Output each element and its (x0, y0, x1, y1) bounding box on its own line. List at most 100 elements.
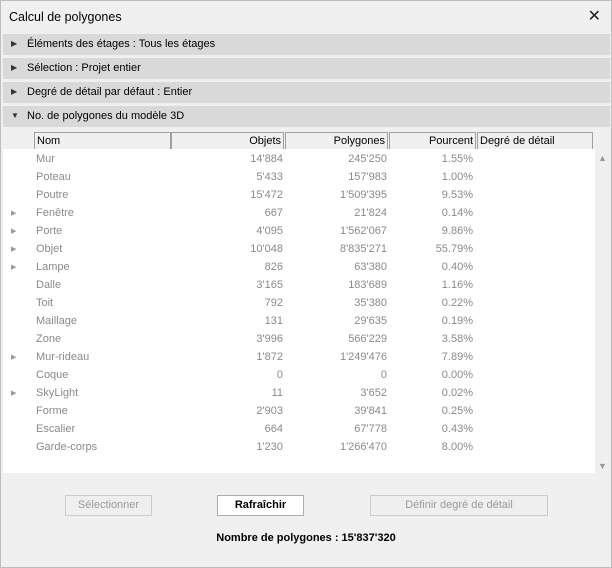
cell-pourcent: 8.00% (441, 441, 473, 453)
expand-arrow-icon[interactable]: ▶ (11, 353, 16, 361)
table-row[interactable]: Zone 3'996 566'229 3.58% (3, 330, 595, 348)
column-header-pourcent[interactable]: Pourcent (389, 132, 476, 149)
chevron-right-icon: ▶ (11, 63, 18, 72)
cell-nom: Escalier (36, 423, 76, 435)
cell-polygones: 1'266'470 (339, 441, 387, 453)
table-row[interactable]: Poutre 15'472 1'509'395 9.53% (3, 186, 595, 204)
section-label: Éléments des étages : Tous les étages (27, 38, 216, 50)
table-row[interactable]: Forme 2'903 39'841 0.25% (3, 402, 595, 420)
polygon-total: Nombre de polygones : 15'837'320 (216, 532, 396, 544)
chevron-right-icon: ▶ (11, 87, 18, 96)
select-button[interactable]: Sélectionner (65, 495, 152, 516)
cell-objets: 10'048 (250, 243, 283, 255)
section-label: Degré de détail par défaut : Entier (27, 86, 193, 98)
table-row[interactable]: Poteau 5'433 157'983 1.00% (3, 168, 595, 186)
cell-polygones: 157'983 (348, 171, 387, 183)
cell-nom: Objet (36, 243, 63, 255)
table-row[interactable]: Garde-corps 1'230 1'266'470 8.00% (3, 438, 595, 456)
set-detail-button[interactable]: Définir degré de détail (370, 495, 548, 516)
cell-polygones: 39'841 (354, 405, 387, 417)
section-label: Sélection : Projet entier (27, 62, 141, 74)
polygon-list[interactable]: Mur 14'884 245'250 1.55% Poteau 5'433 157… (3, 149, 595, 473)
cell-pourcent: 7.89% (441, 351, 473, 363)
cell-nom: Toit (36, 297, 54, 309)
column-header-nom[interactable]: Nom (34, 132, 171, 149)
table-row[interactable]: ▶ SkyLight 11 3'652 0.02% (3, 384, 595, 402)
table-row[interactable]: Dalle 3'165 183'689 1.16% (3, 276, 595, 294)
cell-objets: 4'095 (256, 225, 283, 237)
expand-arrow-icon[interactable]: ▶ (11, 389, 16, 397)
table-row[interactable]: ▶ Mur-rideau 1'872 1'249'476 7.89% (3, 348, 595, 366)
cell-pourcent: 3.58% (441, 333, 473, 345)
cell-nom: Maillage (36, 315, 77, 327)
cell-pourcent: 1.55% (441, 153, 473, 165)
column-header-degre[interactable]: Degré de détail (477, 132, 593, 149)
table-row[interactable]: ▶ Objet 10'048 8'835'271 55.79% (3, 240, 595, 258)
cell-nom: Dalle (36, 279, 62, 291)
window-title: Calcul de polygones (9, 10, 122, 24)
cell-objets: 0 (276, 369, 283, 381)
cell-objets: 5'433 (256, 171, 283, 183)
cell-objets: 826 (264, 261, 283, 273)
table-row[interactable]: ▶ Fenêtre 667 21'824 0.14% (3, 204, 595, 222)
cell-objets: 1'872 (256, 351, 283, 363)
cell-polygones: 1'562'067 (339, 225, 387, 237)
cell-polygones: 63'380 (354, 261, 387, 273)
expand-arrow-icon[interactable]: ▶ (11, 227, 16, 235)
cell-pourcent: 9.53% (441, 189, 473, 201)
cell-pourcent: 0.19% (441, 315, 473, 327)
cell-nom: Poteau (36, 171, 71, 183)
cell-pourcent: 0.25% (441, 405, 473, 417)
section-header[interactable]: ▶ Degré de détail par défaut : Entier (3, 82, 610, 103)
cell-nom: SkyLight (36, 387, 79, 399)
cell-objets: 14'884 (250, 153, 283, 165)
chevron-right-icon: ▶ (11, 39, 18, 48)
close-icon[interactable]: ✕ (588, 6, 601, 26)
table-row[interactable]: Coque 0 0 0.00% (3, 366, 595, 384)
section-label: No. de polygones du modèle 3D (27, 110, 185, 122)
scroll-up-icon[interactable]: ▲ (598, 153, 607, 163)
cell-nom: Mur (36, 153, 55, 165)
column-header-polygones[interactable]: Polygones (285, 132, 388, 149)
column-header-objets[interactable]: Objets (171, 132, 284, 149)
expand-arrow-icon[interactable]: ▶ (11, 245, 16, 253)
cell-polygones: 3'652 (360, 387, 387, 399)
cell-polygones: 8'835'271 (339, 243, 387, 255)
section-header[interactable]: ▶ Sélection : Projet entier (3, 58, 610, 79)
expand-arrow-icon[interactable]: ▶ (11, 263, 16, 271)
scroll-down-icon[interactable]: ▼ (598, 461, 607, 471)
cell-pourcent: 9.86% (441, 225, 473, 237)
cell-nom: Poutre (36, 189, 69, 201)
title-bar: Calcul de polygones ✕ (1, 1, 611, 33)
cell-nom: Fenêtre (36, 207, 74, 219)
table-row[interactable]: ▶ Lampe 826 63'380 0.40% (3, 258, 595, 276)
cell-nom: Zone (36, 333, 62, 345)
cell-pourcent: 1.16% (441, 279, 473, 291)
cell-nom: Forme (36, 405, 68, 417)
cell-pourcent: 55.79% (435, 243, 473, 255)
cell-polygones: 0 (380, 369, 387, 381)
cell-polygones: 566'229 (348, 333, 387, 345)
refresh-button[interactable]: Rafraîchir (217, 495, 304, 516)
cell-objets: 3'165 (256, 279, 283, 291)
cell-objets: 11 (271, 387, 283, 399)
cell-objets: 131 (264, 315, 283, 327)
cell-nom: Garde-corps (36, 441, 98, 453)
section-header[interactable]: ▼ No. de polygones du modèle 3D (3, 106, 610, 127)
cell-objets: 1'230 (256, 441, 283, 453)
cell-objets: 15'472 (250, 189, 283, 201)
cell-polygones: 21'824 (354, 207, 387, 219)
cell-nom: Lampe (36, 261, 70, 273)
table-row[interactable]: Mur 14'884 245'250 1.55% (3, 150, 595, 168)
cell-polygones: 1'509'395 (339, 189, 387, 201)
table-row[interactable]: Maillage 131 29'635 0.19% (3, 312, 595, 330)
table-row[interactable]: ▶ Porte 4'095 1'562'067 9.86% (3, 222, 595, 240)
scrollbar[interactable]: ▲ ▼ (595, 149, 611, 473)
table-row[interactable]: Toit 792 35'380 0.22% (3, 294, 595, 312)
section-header[interactable]: ▶ Éléments des étages : Tous les étages (3, 34, 610, 55)
cell-polygones: 29'635 (354, 315, 387, 327)
cell-pourcent: 0.14% (441, 207, 473, 219)
expand-arrow-icon[interactable]: ▶ (11, 209, 16, 217)
table-row[interactable]: Escalier 664 67'778 0.43% (3, 420, 595, 438)
cell-polygones: 245'250 (348, 153, 387, 165)
